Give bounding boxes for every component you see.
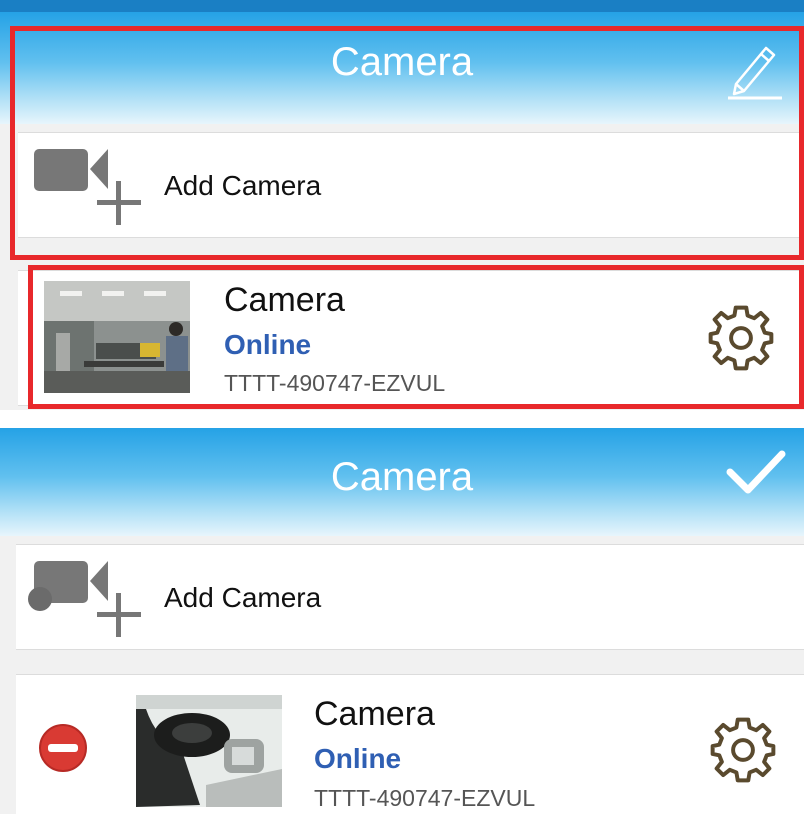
add-camera-row[interactable]: Add Camera [16, 544, 804, 650]
minus-circle-icon[interactable] [38, 723, 88, 773]
camera-status: Online [314, 743, 402, 774]
status-bar-strip [0, 0, 804, 12]
check-icon[interactable] [726, 450, 786, 496]
highlight-box-camera [28, 265, 804, 409]
add-camera-label: Add Camera [164, 582, 322, 613]
gear-icon[interactable] [710, 717, 776, 783]
camera-thumbnail[interactable] [136, 695, 282, 807]
camera-list-screen-edit: Camera Add Camera Camera Online TTTT-490… [0, 428, 804, 814]
highlight-box-header [10, 26, 804, 260]
camera-name: Camera [314, 695, 435, 733]
panel-divider [0, 410, 804, 428]
header-title: Camera [330, 455, 474, 499]
camera-list-item[interactable]: Camera Online TTTT-490747-EZVUL [16, 674, 804, 814]
video-camera-plus-icon [28, 561, 141, 637]
camera-list-screen-normal: Camera Add Camera Camera Online TTTT-490… [0, 0, 804, 410]
camera-id: TTTT-490747-EZVUL [314, 785, 536, 811]
app-header: Camera [0, 428, 804, 536]
